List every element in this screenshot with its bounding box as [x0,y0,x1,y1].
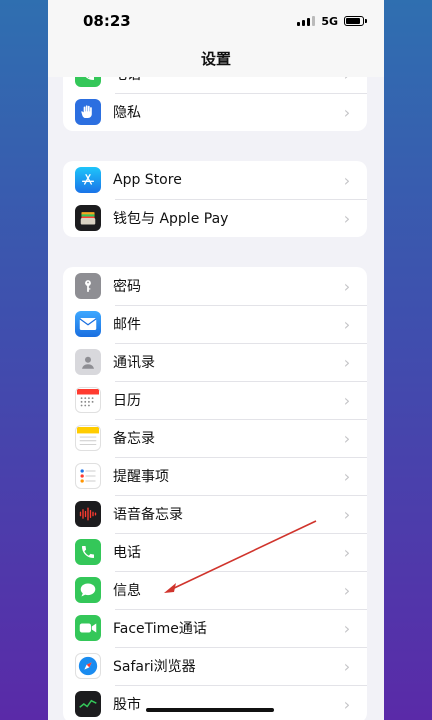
calendar-icon [75,387,101,413]
chevron-right-icon: › [343,314,351,334]
settings-row-facetime[interactable]: FaceTime通话 › [63,609,367,647]
settings-row-privacy[interactable]: 隐私 › [63,93,367,131]
settings-row-app-store[interactable]: App Store › [63,161,367,199]
battery-level [346,18,360,24]
chevron-right-icon: › [343,390,351,410]
settings-row-label: 提醒事项 [113,469,169,485]
chevron-right-icon: › [343,580,351,600]
reminders-icon [75,463,101,489]
hand-icon [75,99,101,125]
settings-row-reminders[interactable]: 提醒事项 › [63,457,367,495]
settings-row-label: 通讯录 [113,355,155,371]
messages-icon [75,577,101,603]
settings-row-safari[interactable]: Safari浏览器 › [63,647,367,685]
chevron-right-icon: › [343,542,351,562]
settings-row-label: 语音备忘录 [113,507,183,523]
mail-icon [75,311,101,337]
phone-icon [75,539,101,565]
settings-row-passwords[interactable]: 密码 › [63,267,367,305]
voice-memos-icon [75,501,101,527]
facetime-icon [75,615,101,641]
notes-icon [75,425,101,451]
status-indicators: 5G [297,14,367,28]
settings-row-label: 电话 [113,545,141,561]
settings-row-wallet[interactable]: 钱包与 Apple Pay › [63,199,367,237]
battery-icon [344,16,367,26]
chevron-right-icon: › [343,276,351,296]
chevron-right-icon: › [343,504,351,524]
settings-row-contacts[interactable]: 通讯录 › [63,343,367,381]
home-indicator[interactable] [146,708,274,712]
chevron-right-icon: › [343,208,351,228]
settings-screen: 08:23 5G 设置 电话 › 隐私 [48,0,384,720]
settings-row-phone[interactable]: 电话 › [63,533,367,571]
chevron-right-icon: › [343,694,351,714]
status-time: 08:23 [83,12,131,30]
settings-row-label: 密码 [113,279,141,295]
contacts-icon [75,349,101,375]
network-type: 5G [321,14,338,28]
navigation-bar: 08:23 5G 设置 [48,0,384,77]
chevron-right-icon: › [343,170,351,190]
status-bar: 08:23 5G [48,0,384,42]
settings-row-mail[interactable]: 邮件 › [63,305,367,343]
settings-row-label: 备忘录 [113,431,155,447]
settings-row-label: 隐私 [113,105,141,121]
stocks-icon [75,691,101,717]
chevron-right-icon: › [343,102,351,122]
settings-row-label: Safari浏览器 [113,659,196,675]
settings-row-label: 邮件 [113,317,141,333]
chevron-right-icon: › [343,352,351,372]
cellular-signal-icon [297,16,316,26]
wallet-icon [75,205,101,231]
settings-group-apps: 密码 › 邮件 › 通讯录 › 日历 › 备忘录 › 提醒事项 › 语音备忘录 … [63,267,367,720]
safari-icon [75,653,101,679]
app-store-icon [75,167,101,193]
settings-row-notes[interactable]: 备忘录 › [63,419,367,457]
chevron-right-icon: › [343,656,351,676]
chevron-right-icon: › [343,428,351,448]
settings-row-label: FaceTime通话 [113,621,207,637]
settings-row-label: 信息 [113,583,141,599]
settings-group-store: App Store › 钱包与 Apple Pay › [63,161,367,237]
settings-row-label: 钱包与 Apple Pay [113,211,229,227]
settings-row-voice-memos[interactable]: 语音备忘录 › [63,495,367,533]
settings-row-messages[interactable]: 信息 › [63,571,367,609]
chevron-right-icon: › [343,466,351,486]
settings-row-label: 日历 [113,393,141,409]
page-title: 设置 [200,50,231,68]
key-icon [75,273,101,299]
chevron-right-icon: › [343,618,351,638]
settings-row-stocks[interactable]: 股市 › [63,685,367,720]
settings-row-label: App Store [113,172,182,188]
settings-row-calendar[interactable]: 日历 › [63,381,367,419]
